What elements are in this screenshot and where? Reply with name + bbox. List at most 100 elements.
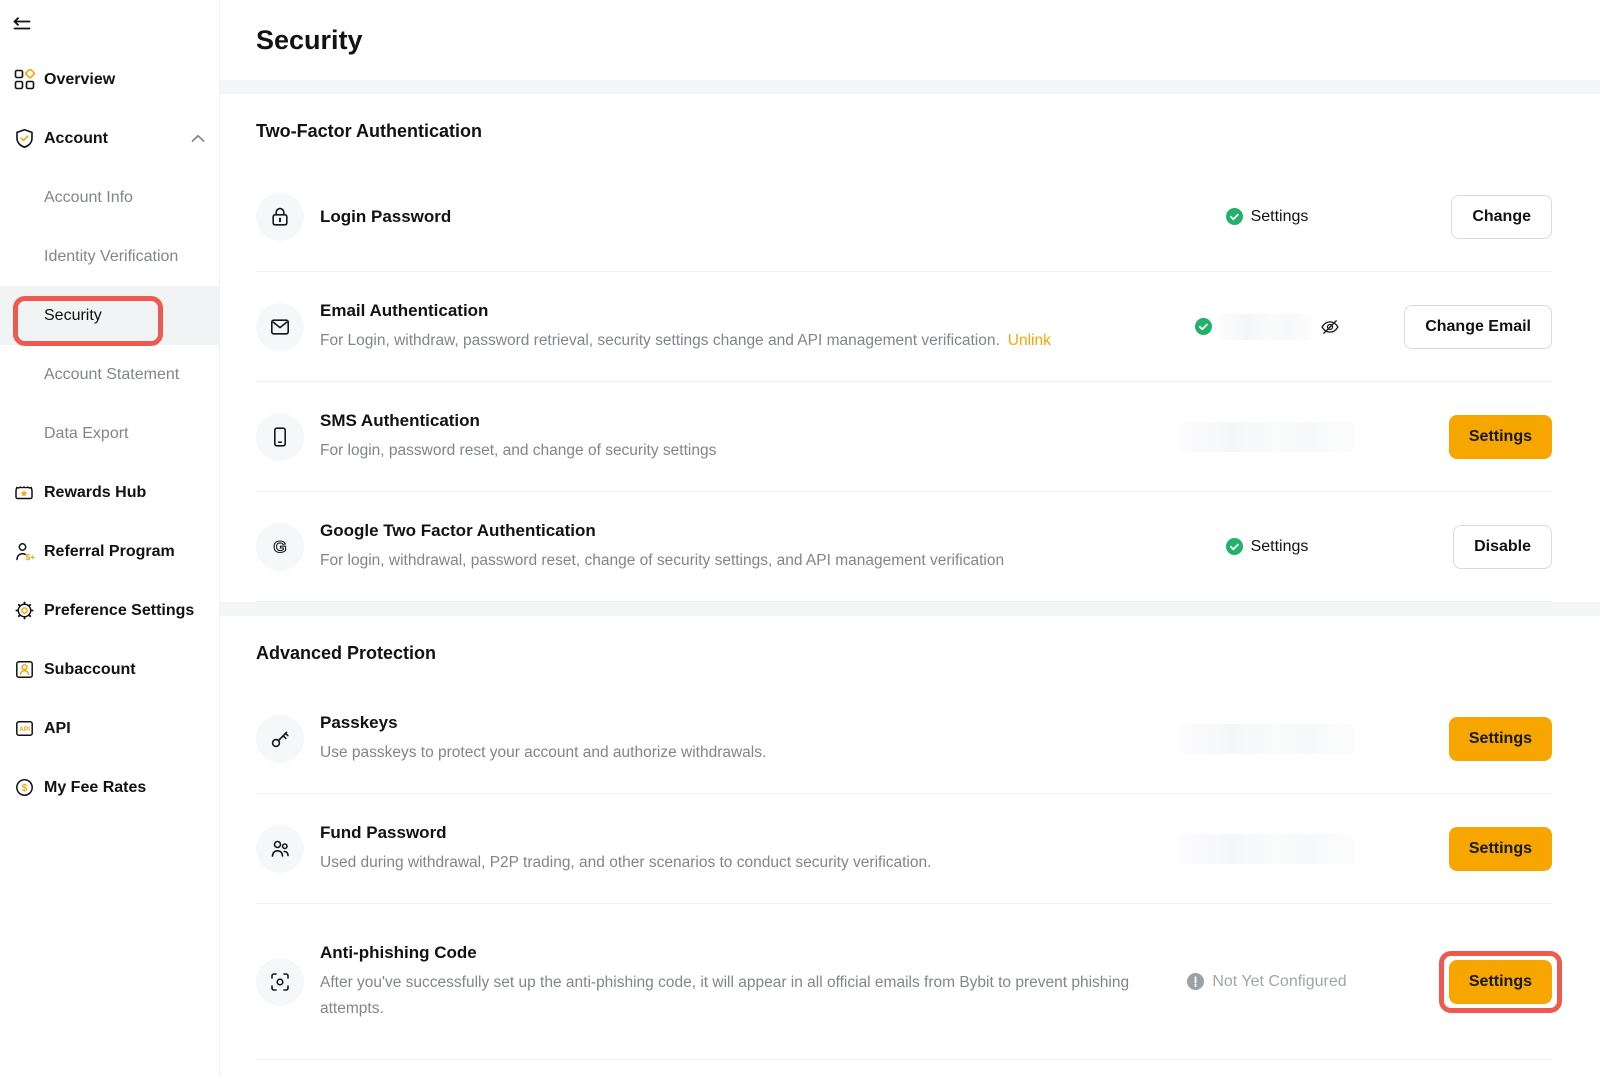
fund-password-settings-button[interactable]: Settings [1449,827,1552,871]
google-2fa-status: Settings [1177,538,1357,556]
sidebar-item-label: Account Info [44,189,133,207]
row-title: Google Two Factor Authentication [320,519,1157,543]
row-description: For login, withdrawal, password reset, c… [320,548,1140,574]
sidebar-item-referral-program[interactable]: $+ Referral Program [0,522,219,581]
api-icon: API [13,718,35,740]
eye-slash-icon[interactable] [1320,317,1340,337]
sidebar-item-label: Identity Verification [44,248,178,266]
sidebar-item-security[interactable]: Security [0,286,219,345]
passkeys-status [1177,724,1357,754]
sidebar-item-subaccount[interactable]: Subaccount [0,640,219,699]
fund-password-people-icon [256,825,304,873]
masked-passkey-value [1179,724,1355,754]
sidebar-item-label: My Fee Rates [44,779,146,797]
sidebar-item-label: Rewards Hub [44,484,146,502]
collapse-sidebar-button[interactable] [0,0,219,50]
svg-text:API: API [19,726,30,733]
sidebar-item-label: Data Export [44,425,128,443]
status-text: Settings [1251,208,1309,226]
row-title: Email Authentication [320,299,1157,323]
main-content: Security Two-Factor Authentication Login… [220,0,1600,1078]
status-text: Not Yet Configured [1212,973,1346,991]
passkey-key-icon [256,715,304,763]
masked-phone-value [1179,422,1355,452]
row-google-two-factor: G Google Two Factor Authentication For l… [256,492,1552,602]
row-title: Login Password [320,205,1157,229]
row-passkeys: Passkeys Use passkeys to protect your ac… [256,684,1552,794]
sidebar-item-my-fee-rates[interactable]: $ My Fee Rates [0,758,219,817]
section-heading: Advanced Protection [256,616,1552,684]
sidebar: Overview Account Account Info [0,0,220,1078]
google-2fa-disable-button[interactable]: Disable [1453,525,1552,569]
row-description: After you've successfully set up the ant… [320,970,1140,1022]
section-divider-band [220,602,1600,616]
masked-email-value [1220,314,1312,340]
sidebar-item-identity-verification[interactable]: Identity Verification [0,227,219,286]
row-description: For Login, withdraw, password retrieval,… [320,328,1140,354]
login-password-status: Settings [1177,208,1357,226]
anti-phishing-settings-button[interactable]: Settings [1449,960,1552,1004]
email-icon [256,303,304,351]
svg-text:$: $ [21,783,27,794]
sidebar-item-label: API [44,720,71,738]
unlink-link[interactable]: Unlink [1008,332,1051,349]
row-title: Passkeys [320,711,1157,735]
chevron-up-icon [191,134,205,143]
sidebar-item-data-export[interactable]: Data Export [0,404,219,463]
row-fund-password: Fund Password Used during withdrawal, P2… [256,794,1552,904]
collapse-sidebar-icon [12,16,32,34]
email-status [1177,314,1357,340]
passkeys-settings-button[interactable]: Settings [1449,717,1552,761]
rewards-hub-icon [13,482,35,504]
account-shield-icon [13,128,35,150]
sms-settings-button[interactable]: Settings [1449,415,1552,459]
fund-password-status [1177,834,1357,864]
change-email-button[interactable]: Change Email [1404,305,1552,349]
page-header: Security [220,0,1600,80]
sidebar-item-account-info[interactable]: Account Info [0,168,219,227]
my-fee-rates-icon: $ [13,777,35,799]
sidebar-item-label: Overview [44,71,115,89]
row-description: Use passkeys to protect your account and… [320,740,1140,766]
row-description: Used during withdrawal, P2P trading, and… [320,850,1140,876]
anti-phishing-scan-icon [256,958,304,1006]
row-email-authentication: Email Authentication For Login, withdraw… [256,272,1552,382]
info-icon [1187,973,1204,990]
section-advanced-protection: Advanced Protection Passkeys Use passkey… [220,616,1600,1060]
sidebar-item-label: Account [44,130,108,148]
svg-text:G: G [273,537,286,556]
row-title: Fund Password [320,821,1157,845]
sidebar-item-account[interactable]: Account [0,109,219,168]
sidebar-item-preference-settings[interactable]: Preference Settings [0,581,219,640]
sidebar-item-overview[interactable]: Overview [0,50,219,109]
sidebar-item-rewards-hub[interactable]: Rewards Hub [0,463,219,522]
section-divider-band [220,80,1600,94]
overview-icon [13,69,35,91]
row-title: Anti-phishing Code [320,941,1157,965]
app-window: Overview Account Account Info [0,0,1600,1078]
change-password-button[interactable]: Change [1451,195,1552,239]
row-description: For login, password reset, and change of… [320,438,1140,464]
sidebar-item-label: Preference Settings [44,602,194,620]
page-title: Security [256,25,363,56]
svg-text:$+: $+ [25,552,35,562]
sidebar-item-api[interactable]: API API [0,699,219,758]
referral-program-icon: $+ [13,541,35,563]
row-login-password: Login Password Settings Change [256,162,1552,272]
row-anti-phishing-code: Anti-phishing Code After you've successf… [256,904,1552,1060]
anti-phishing-status: Not Yet Configured [1177,973,1357,991]
sidebar-item-account-statement[interactable]: Account Statement [0,345,219,404]
section-two-factor-authentication: Two-Factor Authentication Login Password [220,94,1600,602]
sms-status [1177,422,1357,452]
row-title: SMS Authentication [320,409,1157,433]
masked-fund-password-value [1179,834,1355,864]
sidebar-item-label: Account Statement [44,366,179,384]
sidebar-nav: Overview Account Account Info [0,50,219,817]
preference-settings-gear-icon [13,600,35,622]
check-circle-icon [1226,538,1243,555]
check-circle-icon [1226,208,1243,225]
google-authenticator-icon: G [256,523,304,571]
sidebar-item-label: Subaccount [44,661,136,679]
sidebar-item-label: Referral Program [44,543,175,561]
subaccount-icon [13,659,35,681]
